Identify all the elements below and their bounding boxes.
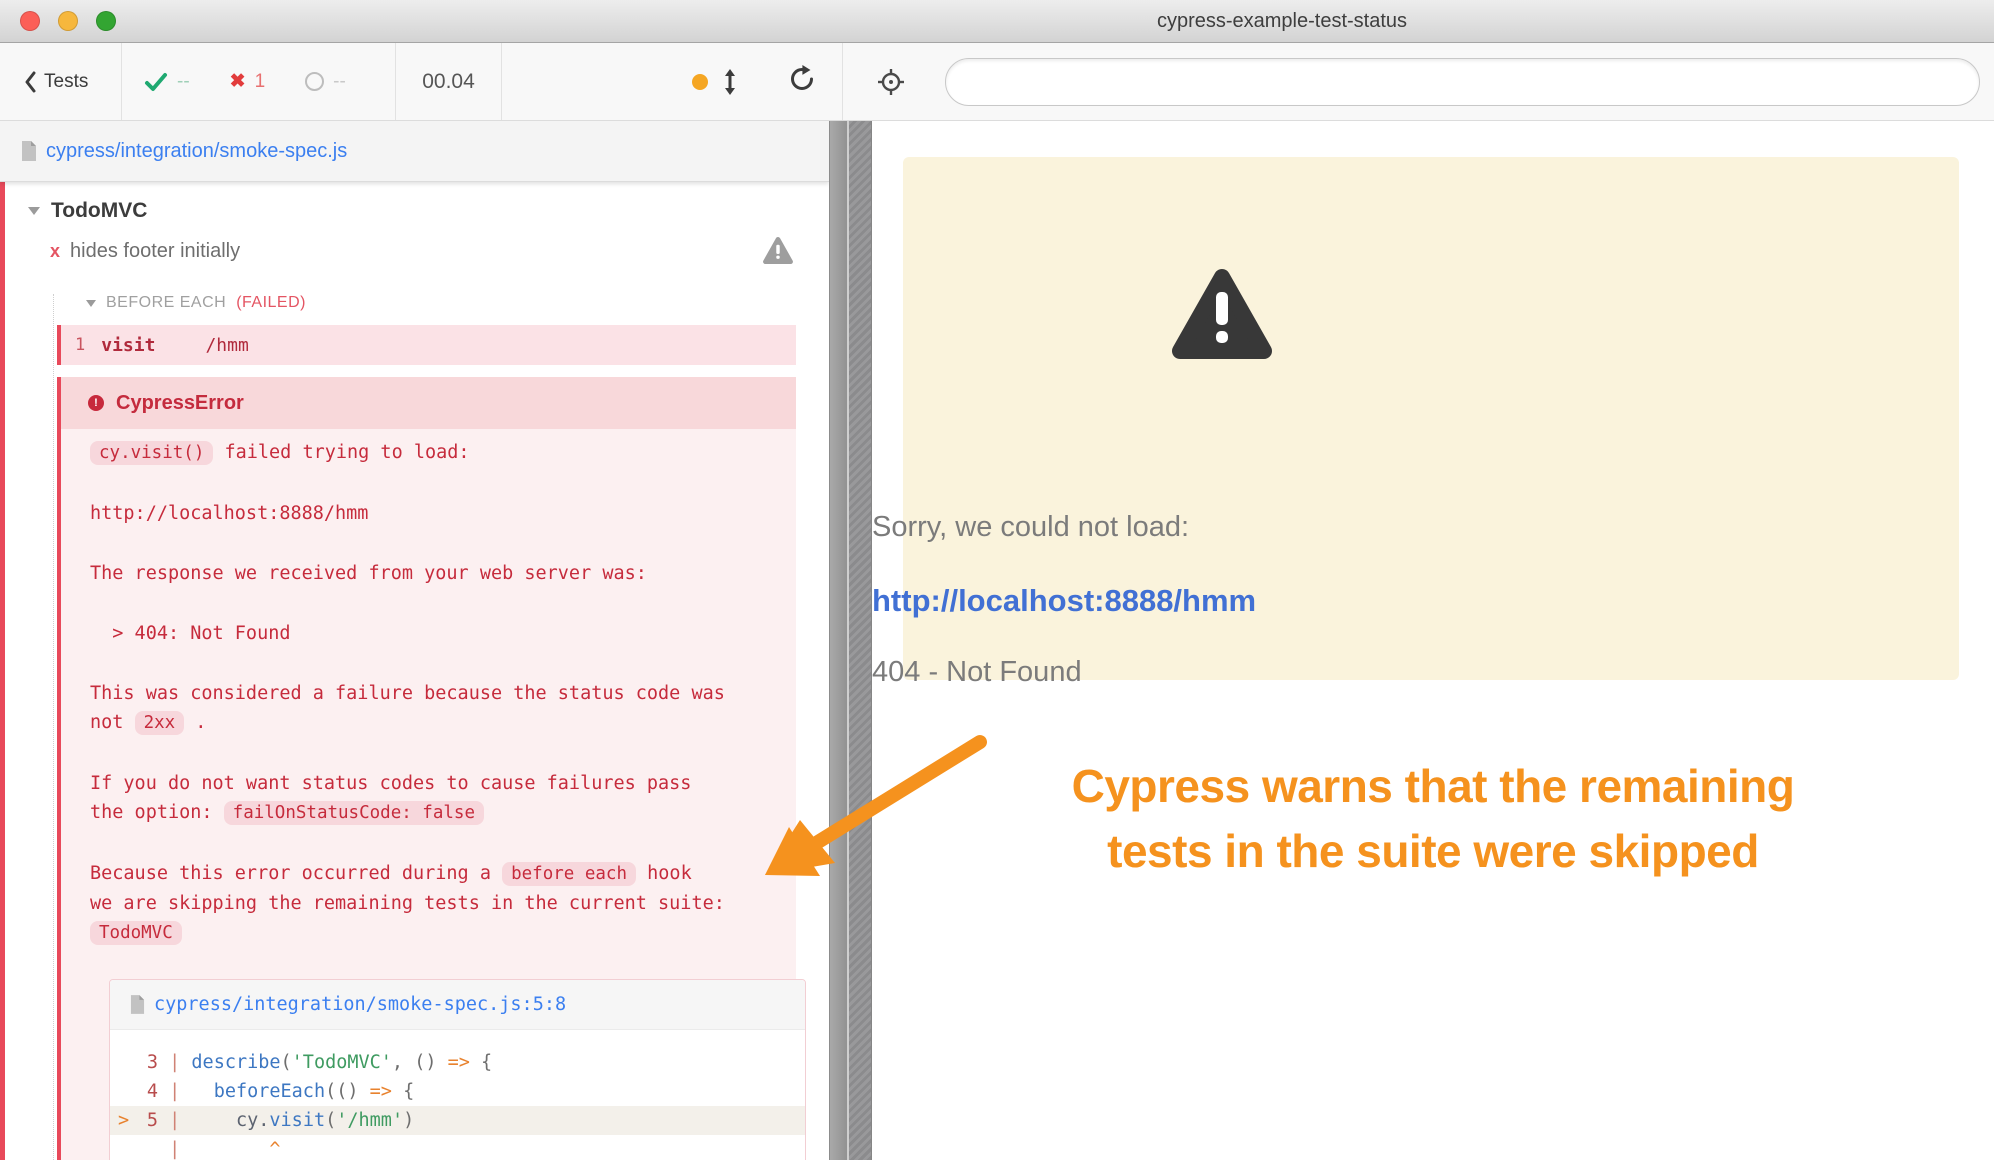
failed-x-icon[interactable]: ✖ [230, 70, 246, 93]
error-line-option: If you do not want status codes to cause… [90, 769, 778, 828]
suite-row-todomvc[interactable]: TodoMVC [5, 196, 829, 226]
reload-tests-button[interactable] [788, 65, 816, 98]
code-frame-body: 3 | describe('TodoMVC', () => { 4 | befo… [110, 1030, 805, 1160]
aut-sorry-text: Sorry, we could not load: [872, 511, 1572, 544]
aut-panel: Sorry, we could not load: http://localho… [872, 121, 1994, 1160]
error-line-skipping: Because this error occurred during a bef… [90, 859, 778, 948]
traffic-lights [20, 11, 116, 31]
titlebar: cypress-example-test-status [0, 0, 1994, 43]
url-input[interactable] [945, 58, 1980, 106]
address-bar-section [843, 43, 1994, 120]
aut-url-link[interactable]: http://localhost:8888/hmm [872, 583, 1572, 619]
test-fail-x-icon: x [50, 241, 60, 262]
failed-test-row[interactable]: x hides footer initially [5, 236, 829, 266]
annotation-line-1: Cypress warns that the remaining [872, 754, 1994, 819]
chevron-left-icon [24, 71, 36, 93]
app-window: { "window": { "title": "cypress-example-… [0, 0, 1994, 1160]
reporter-panel: cypress/integration/smoke-spec.js TodoMV… [0, 121, 829, 1160]
test-name: hides footer initially [70, 240, 240, 263]
code-chip-todomvc: TodoMVC [90, 921, 182, 945]
code-line-3: 3 | describe('TodoMVC', () => { [110, 1048, 805, 1077]
test-duration: 00.04 [396, 43, 502, 120]
error-message-body: cy.visit() failed trying to load: http:/… [61, 429, 796, 1160]
aut-status-text: 404 - Not Found [872, 656, 1572, 689]
spec-header: cypress/integration/smoke-spec.js [0, 121, 829, 182]
minimize-window-button[interactable] [58, 11, 78, 31]
code-chip-2xx: 2xx [135, 711, 185, 735]
error-line-url: http://localhost:8888/hmm [90, 499, 778, 528]
main-split: cypress/integration/smoke-spec.js TodoMV… [0, 121, 1994, 1160]
code-line-5-highlighted: >5 | cy.visit('/hmm') [110, 1106, 805, 1135]
code-caret-line: | ^ [110, 1135, 805, 1160]
passed-check-icon[interactable] [144, 72, 168, 92]
zoom-window-button[interactable] [96, 11, 116, 31]
before-each-hook-row[interactable]: BEFORE EACH (FAILED) [5, 291, 829, 315]
annotation-text: Cypress warns that the remaining tests i… [872, 754, 1994, 884]
failed-count: 1 [255, 71, 266, 93]
pending-circle-icon[interactable] [305, 72, 324, 91]
hook-label: BEFORE EACH [106, 294, 226, 312]
code-chip-fail-on-status: failOnStatusCode: false [224, 801, 484, 825]
code-line-4: 4 | beforeEach(() => { [110, 1077, 805, 1106]
selector-playground-icon[interactable] [877, 68, 905, 96]
toolbar-controls [502, 43, 843, 120]
code-chip-cy-visit: cy.visit() [90, 441, 213, 465]
panel-resizer-handle[interactable] [847, 121, 872, 1160]
error-line-response: The response we received from your web s… [90, 559, 778, 588]
code-frame-location-link[interactable]: cypress/integration/smoke-spec.js:5:8 [154, 990, 566, 1019]
passed-count: -- [177, 71, 190, 93]
cypress-error-block: ! CypressError cy.visit() failed trying … [57, 377, 796, 1160]
indent-guide-line [53, 294, 54, 1160]
runner-toolbar: Tests -- ✖ 1 -- 00.04 [0, 43, 1994, 121]
error-line-status-code: This was considered a failure because th… [90, 679, 778, 738]
visit-command-row[interactable]: 1 visit /hmm [57, 325, 796, 365]
annotation-arrow-icon [740, 720, 1010, 900]
error-line-failed-load: cy.visit() failed trying to load: [90, 438, 778, 468]
back-to-tests-label: Tests [44, 71, 88, 93]
auto-scroll-dot-icon [692, 74, 708, 90]
command-method: visit [101, 335, 155, 356]
error-name: CypressError [116, 392, 244, 415]
failed-suite-container: TodoMVC x hides footer initially BEFORE … [0, 182, 829, 1160]
auto-scroll-toggle-icon[interactable] [722, 69, 738, 95]
file-icon [21, 141, 37, 161]
hook-failed-status: (FAILED) [236, 294, 306, 312]
aut-warning-triangle-icon [872, 267, 1572, 366]
code-frame: cypress/integration/smoke-spec.js:5:8 3 … [109, 979, 806, 1160]
command-number: 1 [61, 335, 85, 355]
error-exclamation-icon: ! [88, 395, 104, 411]
reload-icon [788, 65, 816, 93]
suite-name: TodoMVC [51, 199, 147, 223]
test-warning-icon [763, 237, 793, 269]
file-icon [130, 995, 145, 1014]
collapse-caret-icon[interactable] [28, 207, 40, 215]
window-title: cypress-example-test-status [1105, 0, 1459, 43]
error-header[interactable]: ! CypressError [61, 377, 796, 429]
code-chip-before-each: before each [502, 862, 636, 886]
pending-count: -- [333, 71, 346, 93]
test-stats: -- ✖ 1 -- [122, 43, 396, 120]
annotation-line-2: tests in the suite were skipped [872, 819, 1994, 884]
hook-collapse-caret-icon[interactable] [86, 300, 96, 307]
back-to-tests-button[interactable]: Tests [0, 43, 122, 120]
error-line-404: > 404: Not Found [90, 619, 778, 648]
spec-path-link[interactable]: cypress/integration/smoke-spec.js [46, 140, 347, 163]
close-window-button[interactable] [20, 11, 40, 31]
command-message: /hmm [205, 335, 248, 356]
reporter-scrollbar[interactable] [829, 121, 847, 1160]
code-frame-header: cypress/integration/smoke-spec.js:5:8 [110, 980, 805, 1030]
